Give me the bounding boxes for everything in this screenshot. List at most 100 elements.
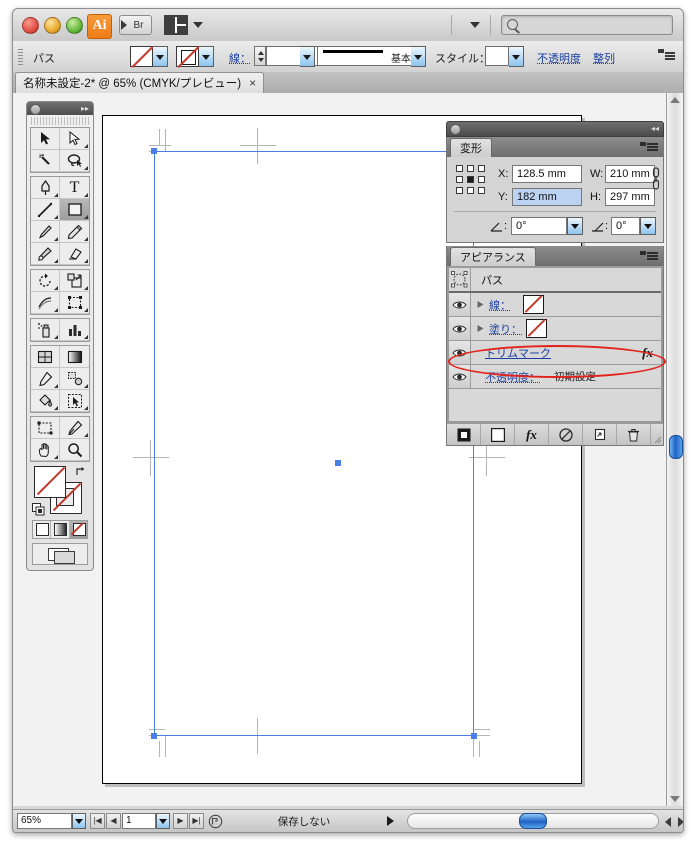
tab-transform[interactable]: 変形 [450, 138, 492, 157]
tool-flyout-corner[interactable] [84, 308, 88, 312]
scroll-down-icon[interactable] [670, 796, 680, 802]
slice-tool[interactable] [60, 417, 89, 439]
previous-artboard-button[interactable]: ◀ [106, 813, 121, 829]
close-window-button[interactable] [22, 17, 39, 34]
tools-panel-header[interactable]: ▸▸ [27, 102, 93, 115]
scale-tool[interactable] [60, 270, 89, 292]
live-paint-bucket-tool[interactable] [31, 390, 60, 412]
fill-swatch-dropdown[interactable] [153, 46, 168, 67]
collapse-icon[interactable]: ◂◂ [651, 124, 659, 133]
rotate-angle-dropdown[interactable] [567, 217, 583, 235]
anchor-point[interactable] [151, 733, 157, 739]
anchor-point[interactable] [151, 148, 157, 154]
tool-flyout-corner[interactable] [84, 433, 88, 437]
tool-flyout-corner[interactable] [84, 335, 88, 339]
tools-panel-collapse-button[interactable] [30, 104, 41, 115]
stroke-color-swatch[interactable] [523, 295, 544, 314]
horizontal-scrollbar-thumb[interactable] [519, 813, 547, 829]
zoom-level-dropdown[interactable] [72, 813, 86, 829]
visibility-toggle-eye-icon[interactable] [449, 293, 471, 316]
stroke-profile-dropdown[interactable] [411, 46, 426, 67]
tab-appearance[interactable]: アピアランス [450, 247, 536, 266]
blend-tool[interactable] [60, 368, 89, 390]
tool-flyout-corner[interactable] [84, 144, 88, 148]
stroke-attribute-label[interactable]: 線： [489, 297, 511, 313]
artboard-navigation-icon[interactable] [208, 814, 223, 829]
appearance-target-row[interactable]: パス [449, 268, 661, 293]
shear-angle-dropdown[interactable] [640, 217, 656, 235]
tool-flyout-corner[interactable] [54, 308, 58, 312]
scroll-up-icon[interactable] [670, 97, 680, 103]
y-input[interactable]: 182 mm [512, 188, 582, 206]
type-tool[interactable]: T [60, 177, 89, 199]
rectangle-tool[interactable] [60, 199, 89, 221]
live-paint-selection-tool[interactable] [60, 390, 89, 412]
panel-collapse-button[interactable] [450, 124, 461, 135]
screen-mode-button[interactable] [32, 543, 88, 565]
close-icon[interactable]: × [249, 76, 256, 90]
tool-flyout-corner[interactable] [84, 215, 88, 219]
zoom-window-button[interactable] [66, 17, 83, 34]
expand-triangle-icon[interactable] [476, 324, 485, 333]
direct-selection-tool[interactable] [60, 128, 89, 150]
appearance-stroke-row[interactable]: 線： [449, 293, 661, 317]
tool-flyout-corner[interactable] [54, 286, 58, 290]
paintbrush-tool[interactable] [31, 221, 60, 243]
fill-attribute-label[interactable]: 塗り： [489, 321, 522, 337]
opacity-attribute-label[interactable]: 不透明度： [485, 369, 540, 385]
clear-appearance-button[interactable] [549, 424, 583, 445]
width-tool[interactable] [31, 292, 60, 314]
line-segment-tool[interactable] [31, 199, 60, 221]
anchor-point[interactable] [471, 733, 477, 739]
stroke-weight-label[interactable]: 線： [229, 50, 251, 66]
stroke-swatch[interactable] [176, 46, 200, 68]
tool-flyout-corner[interactable] [54, 384, 58, 388]
delete-item-button[interactable] [617, 424, 651, 445]
zoom-tool[interactable] [60, 439, 89, 461]
lasso-tool[interactable] [60, 150, 89, 172]
transform-panel-menu-icon[interactable] [640, 141, 658, 153]
minimize-window-button[interactable] [44, 17, 61, 34]
hand-tool[interactable] [31, 439, 60, 461]
horizontal-scrollbar[interactable] [407, 813, 659, 829]
tool-flyout-corner[interactable] [54, 237, 58, 241]
last-artboard-button[interactable]: ▶| [189, 813, 204, 829]
fill-color-none[interactable] [34, 466, 66, 498]
column-graph-tool[interactable] [60, 319, 89, 341]
visibility-toggle-eye-icon[interactable] [449, 365, 471, 388]
symbol-sprayer-tool[interactable] [31, 319, 60, 341]
tool-flyout-corner[interactable] [84, 166, 88, 170]
appearance-panel-menu-icon[interactable] [640, 250, 658, 262]
pen-tool[interactable] [31, 177, 60, 199]
default-fill-stroke-icon[interactable] [32, 503, 45, 516]
visibility-toggle-eye-icon[interactable] [449, 341, 471, 364]
fill-swatch[interactable] [130, 46, 154, 68]
free-transform-tool[interactable] [60, 292, 89, 314]
magic-wand-tool[interactable] [31, 150, 60, 172]
artboard-number-dropdown[interactable] [156, 813, 170, 829]
add-new-stroke-button[interactable] [447, 424, 481, 445]
status-menu-arrow-icon[interactable] [387, 816, 394, 826]
appearance-opacity-row[interactable]: 不透明度： 初期設定 [449, 365, 661, 389]
tool-flyout-corner[interactable] [84, 193, 88, 197]
tool-flyout-corner[interactable] [54, 335, 58, 339]
control-bar-grip[interactable] [18, 49, 23, 65]
stroke-weight-dropdown[interactable] [300, 46, 315, 67]
arrange-documents-icon[interactable] [164, 15, 188, 35]
trim-mark-effect-label[interactable]: トリムマーク [485, 345, 551, 361]
first-artboard-button[interactable]: |◀ [90, 813, 105, 829]
panel-resize-grip[interactable] [651, 424, 663, 445]
align-link[interactable]: 整列 [593, 50, 615, 66]
eyedropper-tool[interactable] [31, 368, 60, 390]
tool-flyout-corner[interactable] [84, 259, 88, 263]
stroke-weight-stepper[interactable] [254, 46, 266, 66]
tools-panel-grip[interactable] [31, 117, 89, 125]
document-tab[interactable]: 名称未設定-2* @ 65% (CMYK/プレビュー) × [15, 72, 265, 93]
tool-flyout-corner[interactable] [84, 384, 88, 388]
search-input[interactable] [521, 17, 670, 35]
link-proportions-icon[interactable] [651, 167, 661, 191]
w-input[interactable]: 210 mm [605, 165, 655, 183]
add-new-effect-button[interactable]: fx [515, 424, 549, 445]
mesh-tool[interactable] [31, 346, 60, 368]
x-input[interactable]: 128.5 mm [512, 165, 582, 183]
